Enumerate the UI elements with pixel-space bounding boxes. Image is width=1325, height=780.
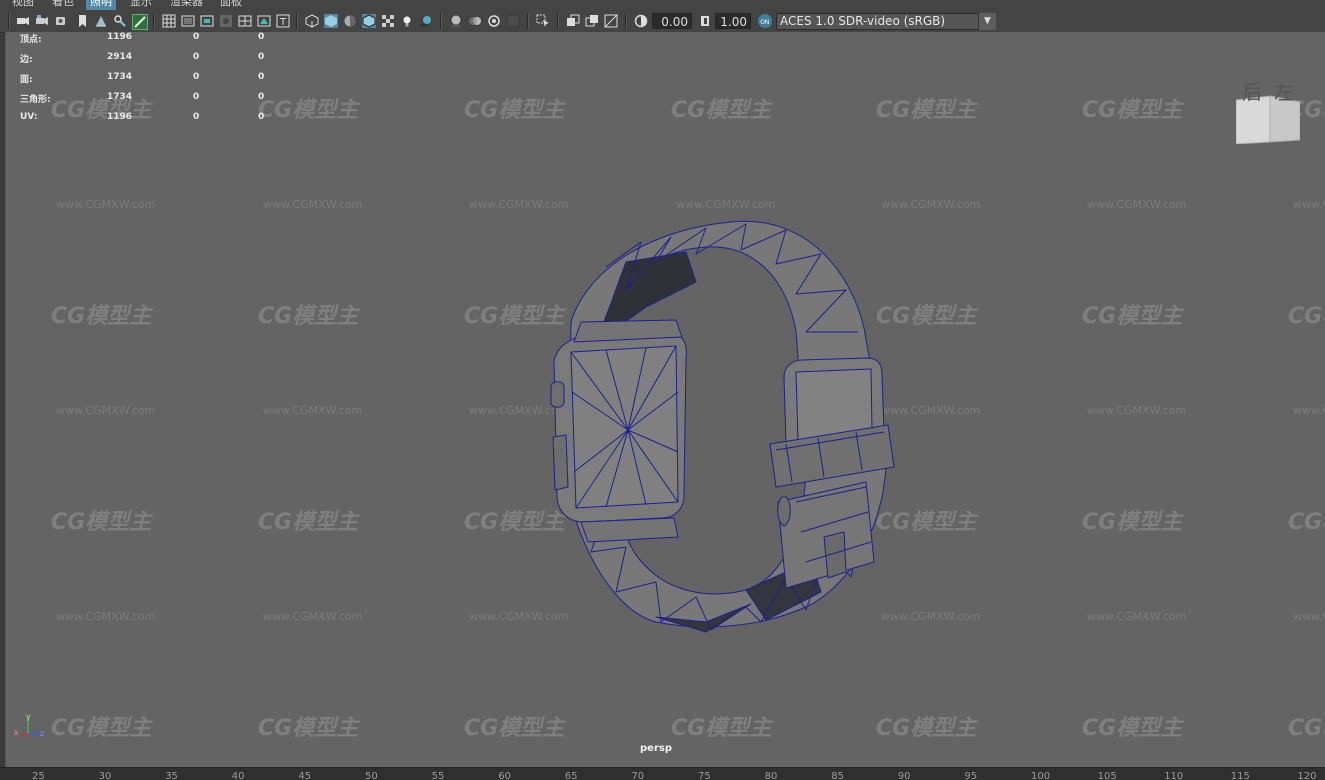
svg-text:ON: ON bbox=[760, 19, 769, 26]
toolbar-separator bbox=[296, 13, 298, 29]
hud-label: UV: bbox=[20, 112, 38, 122]
smooth-shade-icon[interactable] bbox=[324, 14, 338, 28]
watch-wireframe-model[interactable] bbox=[6, 32, 1325, 767]
menu-panels[interactable]: 面板 bbox=[216, 0, 246, 10]
hud-value: 0 bbox=[193, 52, 200, 62]
camera-lock-icon[interactable] bbox=[35, 14, 49, 28]
anti-aliasing-icon[interactable] bbox=[487, 14, 501, 28]
2d-pan-zoom-icon[interactable] bbox=[113, 14, 127, 28]
menu-view[interactable]: 视图 bbox=[8, 0, 38, 10]
viewcube-back-face[interactable]: 后 bbox=[1242, 76, 1262, 105]
viewport-menubar: 视图 着色 照明 显示 渲染器 面板 bbox=[0, 0, 1325, 10]
camera-attributes-icon[interactable] bbox=[55, 14, 69, 28]
textured-icon[interactable] bbox=[381, 14, 395, 28]
wireframe-icon[interactable] bbox=[305, 14, 319, 28]
3d-viewport[interactable]: CG模型主CG模型主CG模型主CG模型主CG模型主CG模型主CG模型主CG模型主… bbox=[5, 32, 1325, 767]
lighting-icon[interactable] bbox=[400, 14, 414, 28]
panel-toolbar: T 0.00 1.00 ON ACES 1.0 SDR-video (sRGB)… bbox=[0, 10, 1325, 33]
xray-icon[interactable] bbox=[566, 14, 580, 28]
camera-select-icon[interactable] bbox=[16, 14, 30, 28]
screen-space-ao-icon[interactable] bbox=[449, 14, 463, 28]
gamma-icon[interactable] bbox=[698, 14, 712, 28]
hud-value: 0 bbox=[258, 72, 265, 82]
toolbar-separator bbox=[153, 13, 155, 29]
safe-action-icon[interactable] bbox=[257, 14, 271, 28]
film-gate-icon[interactable] bbox=[181, 14, 195, 28]
menu-shading[interactable]: 着色 bbox=[48, 0, 78, 10]
hud-value: 0 bbox=[193, 72, 200, 82]
isolate-select-icon[interactable] bbox=[536, 14, 550, 28]
hud-value: 0 bbox=[193, 92, 200, 102]
image-plane-icon[interactable] bbox=[94, 14, 108, 28]
hud-value: 0 bbox=[193, 32, 200, 42]
hud-value: 1196 bbox=[107, 32, 133, 42]
field-chart-icon[interactable] bbox=[238, 14, 252, 28]
xray-joints-icon[interactable] bbox=[604, 14, 618, 28]
xray-active-components-icon[interactable] bbox=[585, 14, 599, 28]
hud-label: 顶点: bbox=[20, 35, 42, 45]
menu-renderer[interactable]: 渲染器 bbox=[166, 0, 207, 10]
svg-text:T: T bbox=[279, 17, 287, 28]
toolbar-separator bbox=[557, 13, 559, 29]
grid-icon[interactable] bbox=[162, 14, 176, 28]
menu-lighting[interactable]: 照明 bbox=[86, 0, 116, 10]
view-transform-icon[interactable]: ON bbox=[757, 13, 773, 29]
grease-pencil-icon[interactable] bbox=[132, 14, 148, 30]
hud-value: 0 bbox=[193, 112, 200, 122]
hud-label: 边: bbox=[20, 55, 33, 65]
axis-z-label: z bbox=[40, 729, 45, 738]
hud-value: 0 bbox=[258, 32, 265, 42]
hud-value: 0 bbox=[258, 52, 265, 62]
wireframe-on-shaded-icon[interactable] bbox=[362, 14, 376, 28]
viewcube-left-face[interactable]: 左 bbox=[1274, 76, 1294, 105]
hud-value: 2914 bbox=[107, 52, 133, 62]
exposure-icon[interactable] bbox=[634, 14, 648, 28]
menu-show[interactable]: 显示 bbox=[126, 0, 156, 10]
bookmark-icon[interactable] bbox=[75, 14, 89, 28]
safe-title-icon[interactable]: T bbox=[276, 14, 290, 28]
hud-value: 1196 bbox=[107, 112, 133, 122]
gate-mask-icon[interactable] bbox=[219, 14, 233, 28]
gamma-field[interactable]: 1.00 bbox=[715, 13, 751, 29]
resolution-gate-icon[interactable] bbox=[200, 14, 214, 28]
toolbar-separator bbox=[527, 13, 529, 29]
shadows-icon[interactable] bbox=[419, 14, 433, 28]
depth-of-field-icon[interactable] bbox=[506, 14, 520, 28]
camera-name-label: persp bbox=[640, 743, 672, 754]
color-space-dropdown[interactable]: ACES 1.0 SDR-video (sRGB) bbox=[776, 13, 996, 30]
hud-value: 1734 bbox=[107, 92, 133, 102]
default-material-icon[interactable] bbox=[343, 14, 357, 28]
axis-x-label: x bbox=[14, 728, 19, 737]
hud-value: 1734 bbox=[107, 72, 133, 82]
chevron-down-icon[interactable]: ▼ bbox=[978, 13, 996, 30]
hud-label: 三角形: bbox=[20, 95, 51, 105]
toolbar-separator bbox=[625, 13, 627, 29]
toolbar-separator bbox=[440, 13, 442, 29]
toolbar-separator bbox=[8, 13, 10, 29]
motion-blur-icon[interactable] bbox=[468, 14, 482, 28]
exposure-field[interactable]: 0.00 bbox=[652, 13, 692, 29]
hud-label: 面: bbox=[20, 75, 33, 85]
time-slider[interactable]: 25 30 35 40 45 50 55 60 65 70 75 80 85 90 95 100 105 110 1… bbox=[0, 767, 1325, 780]
hud-value: 0 bbox=[258, 92, 265, 102]
hud-value: 0 bbox=[258, 112, 265, 122]
axis-y-label: y bbox=[26, 712, 31, 721]
